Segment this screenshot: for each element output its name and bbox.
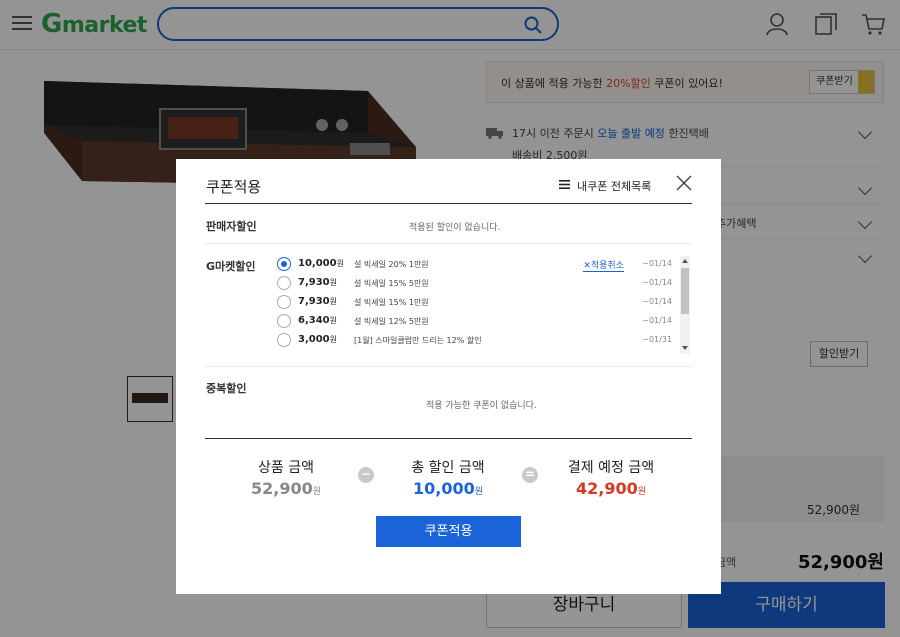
divider	[205, 203, 692, 204]
stack-discount-label: 중복할인	[206, 382, 247, 395]
apply-coupon-button[interactable]: 쿠폰적용	[376, 516, 521, 547]
seller-discount-label: 판매자할인	[206, 220, 257, 233]
coupon-row[interactable]: 10,000원 설 빅세일 20% 1만원 ✕적용취소 ~01/14	[276, 255, 678, 274]
stack-discount-note: 적용 가능한 쿠폰이 없습니다.	[426, 401, 537, 411]
coupon-radio[interactable]	[277, 276, 291, 290]
coupon-list: 10,000원 설 빅세일 20% 1만원 ✕적용취소 ~01/14 7,930…	[276, 255, 692, 353]
scroll-up-icon[interactable]	[682, 259, 688, 263]
modal-title: 쿠폰적용	[206, 178, 262, 196]
discount-amount-summary: 총 할인 금액 10,000원	[411, 460, 485, 498]
equals-icon: =	[522, 467, 538, 483]
coupon-row[interactable]: 3,000원 [1월] 스마일클럽만 드리는 12% 할인 ~01/31	[276, 331, 678, 350]
divider	[205, 366, 692, 367]
pay-amount-summary: 결제 예정 금액 42,900원	[567, 460, 655, 498]
product-amount-summary: 상품 금액 52,900원	[250, 460, 322, 498]
coupon-radio[interactable]	[277, 314, 291, 328]
coupon-row[interactable]: 7,930원 설 빅세일 15% 1만원 ~01/14	[276, 293, 678, 312]
divider	[205, 438, 692, 439]
scroll-down-icon[interactable]	[682, 346, 688, 350]
minus-icon: −	[358, 467, 374, 483]
cancel-coupon-link[interactable]: ✕적용취소	[583, 258, 624, 272]
coupon-list-scrollbar[interactable]	[680, 256, 690, 354]
list-icon	[559, 180, 570, 189]
coupon-radio[interactable]	[277, 333, 291, 347]
coupon-modal: 쿠폰적용 내쿠폰 전체목록 판매자할인 적용된 할인이 없습니다. G마켓할인 …	[176, 159, 721, 594]
gmarket-discount-label: G마켓할인	[206, 260, 256, 273]
coupon-row[interactable]: 6,340원 설 빅세일 12% 5만원 ~01/14	[276, 312, 678, 331]
close-icon[interactable]	[676, 175, 692, 191]
coupon-radio[interactable]	[277, 295, 291, 309]
coupon-radio[interactable]	[277, 257, 291, 271]
scroll-thumb[interactable]	[681, 268, 689, 314]
my-coupons-link[interactable]: 내쿠폰 전체목록	[559, 178, 651, 194]
coupon-row[interactable]: 7,930원 설 빅세일 15% 5만원 ~01/14	[276, 274, 678, 293]
seller-discount-note: 적용된 할인이 없습니다.	[409, 223, 501, 233]
divider	[205, 243, 692, 244]
